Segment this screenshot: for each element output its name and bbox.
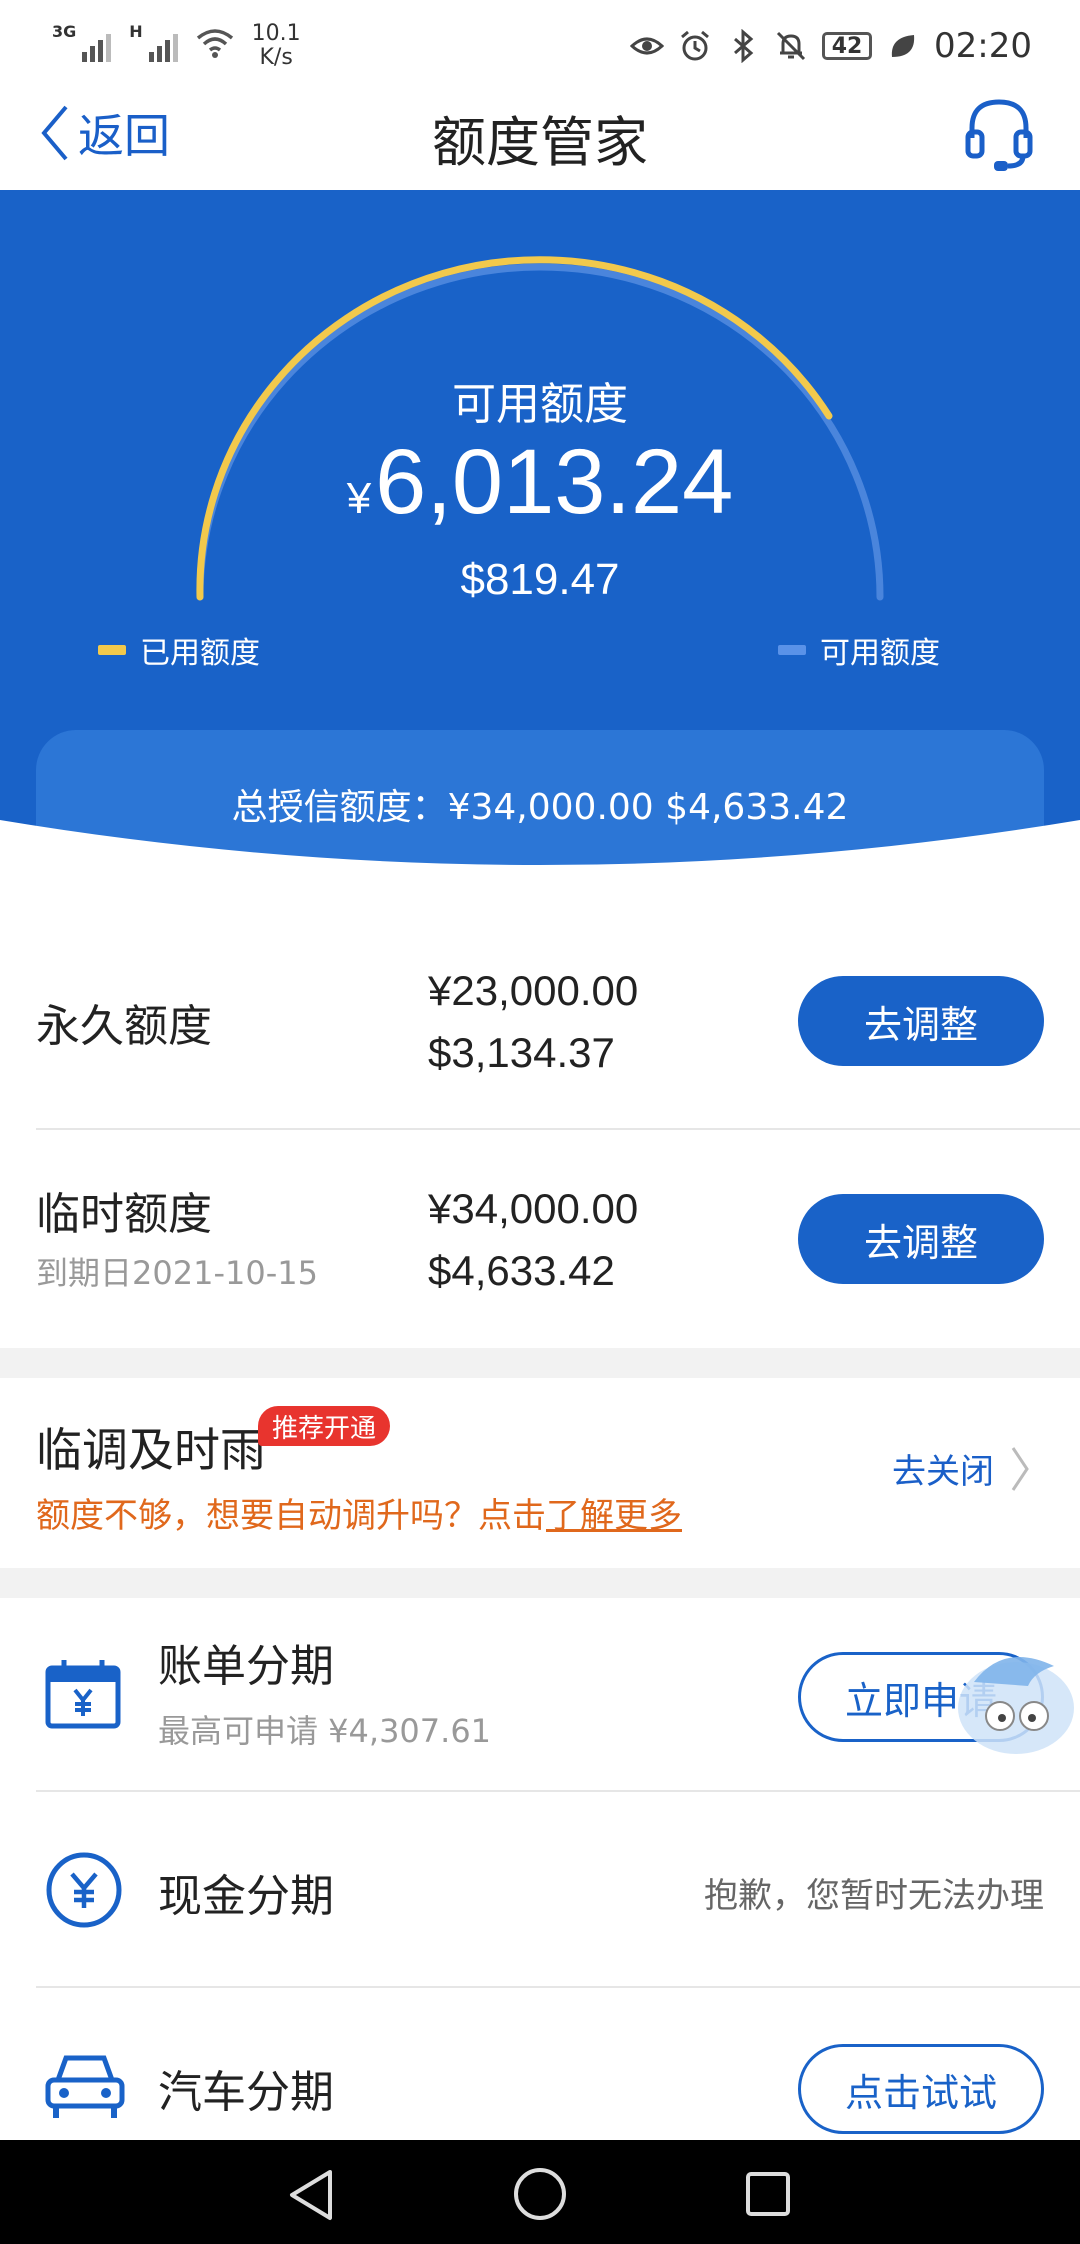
section-gap bbox=[0, 1348, 1080, 1378]
close-auto-raise-link[interactable]: 去关闭 bbox=[892, 1444, 1030, 1493]
divider bbox=[36, 1790, 1080, 1792]
recommend-badge: 推荐开通 bbox=[258, 1406, 391, 1446]
quota-name: 临时额度 bbox=[36, 1189, 212, 1240]
nav-bar: 返回 额度管家 bbox=[0, 90, 1080, 190]
auto-raise-desc: 额度不够，想要自动调升吗？点击了解更多 bbox=[36, 1496, 682, 1536]
battery-indicator: 42 bbox=[822, 32, 873, 60]
quota-amount: ¥23,000.00 $3,134.37 bbox=[428, 967, 639, 1076]
chevron-right-icon bbox=[1011, 1446, 1029, 1491]
total-credit-text: 总授信额度：¥34,000.00 $4,633.42 bbox=[231, 787, 849, 828]
mute-icon bbox=[776, 31, 806, 61]
quota-amount: ¥34,000.00 $4,633.42 bbox=[428, 1185, 639, 1294]
mascot-icon[interactable] bbox=[944, 1642, 1080, 1762]
page: 3G H 10.1 K/s 42 02:20 返回 额度管家 可用额度 ¥6,0… bbox=[0, 0, 1080, 2244]
divider bbox=[36, 1986, 1080, 1988]
network-speed: 10.1 K/s bbox=[251, 21, 301, 70]
learn-more-link[interactable]: 了解更多 bbox=[546, 1496, 682, 1536]
network-type-2: H bbox=[129, 22, 143, 41]
quota-expiry: 到期日2021-10-15 bbox=[36, 1254, 318, 1292]
divider bbox=[36, 1128, 1080, 1130]
permanent-quota-row: 永久额度 ¥23,000.00 $3,134.37 去调整 bbox=[0, 960, 1080, 1126]
bill-installment-title: 账单分期 bbox=[158, 1641, 334, 1692]
car-installment-title: 汽车分期 bbox=[158, 2067, 334, 2118]
section-gap bbox=[0, 1568, 1080, 1598]
yuan-coin-icon bbox=[46, 1852, 122, 1928]
cash-installment-message: 抱歉，您暂时无法办理 bbox=[704, 1876, 1044, 1916]
calendar-icon bbox=[45, 1660, 121, 1729]
back-triangle-icon[interactable] bbox=[286, 2168, 336, 2222]
wifi-icon bbox=[196, 29, 233, 58]
bill-installment-limit: 最高可申请 ¥4,307.61 bbox=[158, 1712, 492, 1750]
system-nav-bar bbox=[0, 2140, 1080, 2244]
status-bar: 3G H 10.1 K/s 42 02:20 bbox=[0, 0, 1080, 90]
cash-installment-title: 现金分期 bbox=[158, 1871, 334, 1922]
alarm-icon bbox=[681, 30, 709, 61]
quota-name: 永久额度 bbox=[36, 1001, 212, 1052]
temporary-quota-row: 临时额度 到期日2021-10-15 ¥34,000.00 $4,633.42 … bbox=[0, 1178, 1080, 1338]
recents-square-icon[interactable] bbox=[744, 2170, 792, 2218]
home-circle-icon[interactable] bbox=[512, 2166, 568, 2222]
network-type-1: 3G bbox=[52, 22, 77, 41]
signal-icon-2: H bbox=[129, 22, 178, 62]
leaf-icon bbox=[891, 35, 915, 57]
adjust-temporary-button[interactable]: 去调整 bbox=[798, 1194, 1044, 1284]
headset-icon[interactable] bbox=[964, 94, 1034, 174]
adjust-permanent-button[interactable]: 去调整 bbox=[798, 976, 1044, 1066]
car-icon bbox=[45, 2055, 125, 2118]
page-title: 额度管家 bbox=[432, 111, 648, 174]
clock: 02:20 bbox=[934, 26, 1032, 66]
auto-raise-title: 临调及时雨 bbox=[36, 1423, 266, 1477]
eye-icon bbox=[630, 37, 665, 55]
signal-icon: 3G bbox=[52, 22, 112, 62]
try-now-button[interactable]: 点击试试 bbox=[798, 2044, 1044, 2134]
bluetooth-icon bbox=[734, 29, 754, 63]
credit-summary-panel: 可用额度 ¥6,013.24 $819.47 已用额度 可用额度 总授信额度：¥… bbox=[0, 190, 1080, 890]
